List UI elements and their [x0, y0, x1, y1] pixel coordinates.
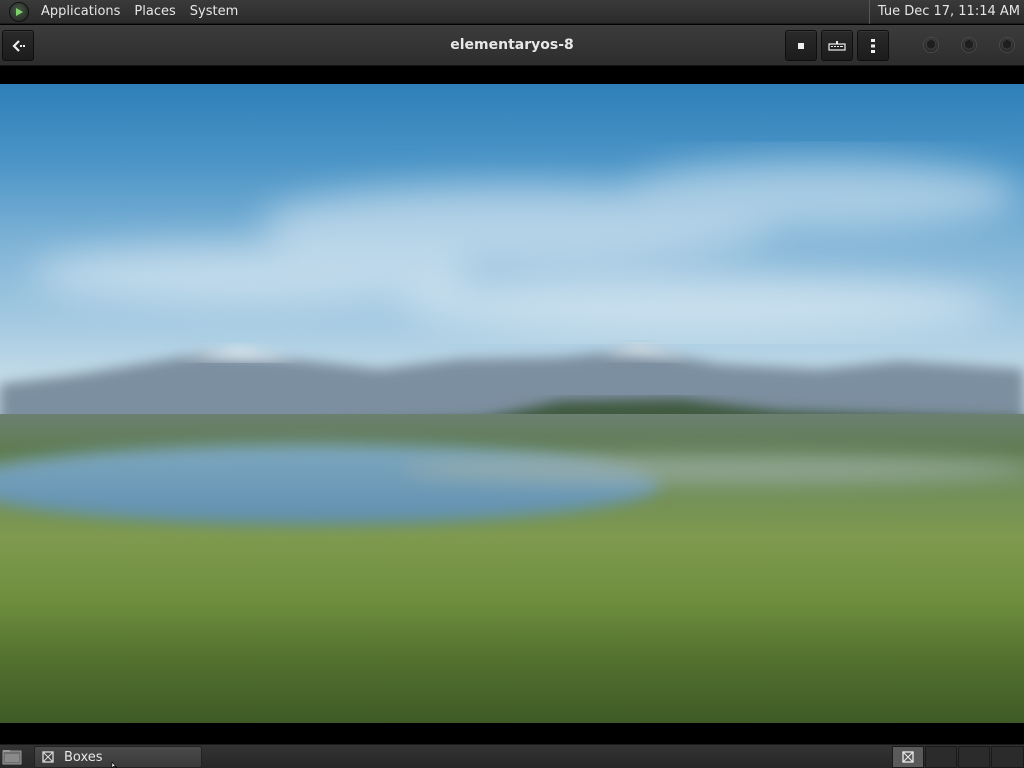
bottom-panel: Boxes [0, 744, 1024, 768]
stop-icon [798, 42, 804, 49]
workspace-2[interactable] [925, 746, 957, 768]
stop-button[interactable] [785, 30, 817, 61]
places-menu[interactable]: Places [127, 0, 182, 24]
workspace-4[interactable] [991, 746, 1024, 768]
maximize-button[interactable] [961, 37, 977, 53]
boxes-app-icon [42, 751, 54, 763]
applications-menu[interactable]: Applications [34, 0, 127, 24]
task-button-label: Boxes [64, 749, 103, 765]
send-keys-button[interactable] [821, 30, 853, 61]
boxes-header-bar: elementaryos-8 [0, 25, 1024, 66]
keyboard-icon [828, 40, 846, 51]
mouse-cursor-icon [111, 762, 118, 768]
clock[interactable]: Tue Dec 17, 11:14 AM [868, 0, 1020, 24]
workspace-1[interactable] [892, 746, 924, 768]
mate-logo-icon[interactable] [9, 1, 29, 22]
back-button[interactable] [2, 30, 34, 61]
minimize-button[interactable] [923, 37, 939, 53]
sky-clouds [30, 159, 1020, 334]
show-desktop-icon[interactable] [2, 748, 22, 766]
workspace-3[interactable] [958, 746, 990, 768]
vm-display[interactable] [0, 84, 1024, 723]
back-arrow-icon [12, 39, 25, 52]
close-button[interactable] [999, 37, 1015, 53]
lake-far [400, 454, 1024, 484]
menu-button[interactable] [857, 30, 889, 61]
system-menu[interactable]: System [183, 0, 245, 24]
top-panel: Applications Places System Tue Dec 17, 1… [0, 0, 1024, 24]
kebab-menu-icon [871, 38, 875, 53]
boxes-app-icon [902, 751, 914, 763]
